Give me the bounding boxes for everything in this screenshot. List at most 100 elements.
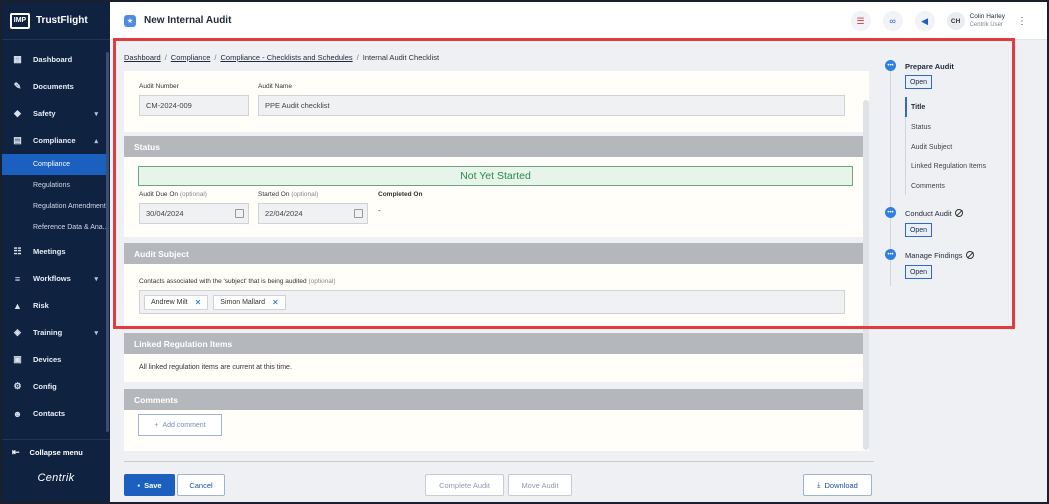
breadcrumb-current: Internal Audit Checklist xyxy=(362,53,440,62)
paperclip-icon: ✎ xyxy=(13,81,22,91)
contacts-label: Contacts associated with the 'subject' t… xyxy=(139,278,336,285)
app-window: IMP TrustFlight ▦ Dashboard ✎ Documents ◆ S… xyxy=(2,2,1047,502)
status-card: Status Not Yet Started Audit Due On (opt… xyxy=(124,136,869,237)
more-vertical-icon[interactable]: ⋮ xyxy=(1017,16,1027,27)
contacts-icon: ☻ xyxy=(12,408,23,419)
sidebar-item-meetings[interactable]: ☷ Meetings xyxy=(2,238,110,265)
sidebar-sub-regulations[interactable]: Regulations xyxy=(2,175,110,196)
graduation-cap-icon: ◈ xyxy=(14,327,21,337)
sidebar-item-label: Documents xyxy=(33,82,74,91)
started-on-value: 22/04/2024 xyxy=(265,209,303,218)
comments-card: Comments + Add comment xyxy=(124,389,869,451)
sidebar-item-safety[interactable]: ◆ Safety ▾ xyxy=(2,100,110,127)
status-heading: Status xyxy=(124,136,869,157)
audit-number-label: Audit Number xyxy=(139,83,179,90)
megaphone-icon[interactable]: ◀ xyxy=(914,11,935,31)
sidebar-item-label: Compliance xyxy=(33,136,76,145)
completed-on-label: Completed On xyxy=(378,191,423,198)
title-card: Audit Number CM-2024-009 Audit Name PPE … xyxy=(124,71,869,132)
breadcrumb-compliance[interactable]: Compliance xyxy=(171,53,211,62)
breadcrumb: Dashboard / Compliance / Compliance - Checkl… xyxy=(124,53,440,62)
sidebar-item-label: Safety xyxy=(33,109,56,118)
collapse-menu-label: Collapse menu xyxy=(29,448,83,457)
sidebar: IMP TrustFlight ▦ Dashboard ✎ Documents ◆ S… xyxy=(2,2,110,502)
audit-number-field: CM-2024-009 xyxy=(139,95,249,116)
user-name: Colin Harley xyxy=(969,13,1005,20)
completed-on-value: - xyxy=(378,206,381,215)
step-audit-subject[interactable]: Audit Subject xyxy=(911,144,952,151)
contact-chip: Simon Mallard ✕ xyxy=(213,294,286,310)
active-step-indicator xyxy=(905,97,907,117)
step-linked-regulation-items[interactable]: Linked Regulation Items xyxy=(911,163,986,170)
app-name: TrustFlight xyxy=(36,15,88,26)
sidebar-item-compliance[interactable]: ▤ Compliance ▴ xyxy=(2,127,110,154)
warning-icon: ▲ xyxy=(13,300,22,311)
link-icon[interactable]: ∞ xyxy=(882,11,903,31)
contacts-field[interactable]: Andrew Milt ✕ Simon Mallard ✕ xyxy=(139,290,845,314)
sidebar-item-dashboard[interactable]: ▦ Dashboard xyxy=(2,46,110,73)
calendar-icon[interactable] xyxy=(354,209,363,218)
step-title[interactable]: Title xyxy=(911,104,925,111)
step-comments[interactable]: Comments xyxy=(911,183,945,190)
progress-panel: ••• Prepare Audit Open Title Status Audi… xyxy=(875,40,1047,502)
sidebar-item-config[interactable]: ⚙ Config xyxy=(2,373,110,400)
sidebar-item-contacts[interactable]: ☻ Contacts xyxy=(2,400,110,427)
sidebar-item-label: Config xyxy=(33,382,57,391)
conduct-audit-open-button[interactable]: Open xyxy=(905,223,932,237)
user-menu[interactable]: CH Colin Harley Centrik User xyxy=(946,12,1005,30)
linked-regulation-message: All linked regulation items are current … xyxy=(139,364,292,371)
top-bar: ★ New Internal Audit ☰ ∞ ◀ CH Colin Harl… xyxy=(110,2,1047,40)
user-role: Centrik User xyxy=(969,22,1003,28)
audit-name-field[interactable]: PPE Audit checklist xyxy=(258,95,845,116)
sidebar-sub-reference-data[interactable]: Reference Data & Ana... xyxy=(2,217,110,238)
sidebar-scrollbar[interactable] xyxy=(106,52,109,432)
collapse-icon: ⇤ xyxy=(12,447,20,457)
prepare-audit-heading: Prepare Audit xyxy=(905,62,954,71)
plus-icon: + xyxy=(154,421,159,429)
linked-regulation-heading: Linked Regulation Items xyxy=(124,333,869,354)
sidebar-item-training[interactable]: ◈ Training ▾ xyxy=(2,319,110,346)
prepare-audit-open-button[interactable]: Open xyxy=(905,75,932,89)
audit-icon: ★ xyxy=(124,14,136,27)
download-icon: ⤓ xyxy=(817,480,821,489)
shield-icon: ◆ xyxy=(14,108,21,118)
started-on-field[interactable]: 22/04/2024 xyxy=(258,203,368,224)
sidebar-item-workflows[interactable]: ≡ Workflows ▾ xyxy=(2,265,110,292)
save-button[interactable]: ▪ Save xyxy=(124,474,175,496)
sidebar-sub-regulation-amendments[interactable]: Regulation Amendments xyxy=(2,196,110,217)
complete-audit-button[interactable]: Complete Audit xyxy=(425,474,504,496)
download-button[interactable]: ⤓ Download xyxy=(803,474,872,496)
step-dot-icon: ••• xyxy=(885,60,896,71)
app-logo[interactable]: IMP TrustFlight xyxy=(2,2,110,40)
move-audit-button[interactable]: Move Audit xyxy=(508,474,572,496)
add-comment-button[interactable]: + Add comment xyxy=(138,414,222,436)
due-date-label: Audit Due On (optional) xyxy=(139,191,207,198)
manage-findings-open-button[interactable]: Open xyxy=(905,265,932,279)
sidebar-item-devices[interactable]: ▣ Devices xyxy=(2,346,110,373)
conduct-audit-heading: Conduct Audit xyxy=(905,209,963,218)
due-date-field[interactable]: 30/04/2024 xyxy=(139,203,249,224)
list-icon[interactable]: ☰ xyxy=(850,11,871,31)
main-scrollbar[interactable] xyxy=(863,100,869,450)
step-dot-icon: ••• xyxy=(885,207,896,218)
calendar-icon[interactable] xyxy=(235,209,244,218)
due-date-value: 30/04/2024 xyxy=(146,209,184,218)
dashboard-icon: ▦ xyxy=(13,54,22,64)
manage-findings-heading: Manage Findings xyxy=(905,251,974,260)
config-icon: ⚙ xyxy=(13,381,22,391)
chevron-down-icon: ▾ xyxy=(94,329,98,337)
breadcrumb-dashboard[interactable]: Dashboard xyxy=(124,53,161,62)
sidebar-item-documents[interactable]: ✎ Documents xyxy=(2,73,110,100)
collapse-menu-button[interactable]: ⇤ Collapse menu xyxy=(2,439,110,465)
cancel-button[interactable]: Cancel xyxy=(177,474,225,496)
logo-mark: IMP xyxy=(10,12,30,29)
sidebar-item-label: Risk xyxy=(33,301,49,310)
remove-icon[interactable]: ✕ xyxy=(195,298,202,307)
remove-icon[interactable]: ✕ xyxy=(272,298,279,307)
sidebar-item-label: Meetings xyxy=(33,247,66,256)
sidebar-item-label: Workflows xyxy=(33,274,71,283)
step-status[interactable]: Status xyxy=(911,124,931,131)
sidebar-sub-compliance[interactable]: Compliance xyxy=(2,154,106,175)
breadcrumb-checklists[interactable]: Compliance - Checklists and Schedules xyxy=(221,53,353,62)
sidebar-item-risk[interactable]: ▲ Risk xyxy=(2,292,110,319)
